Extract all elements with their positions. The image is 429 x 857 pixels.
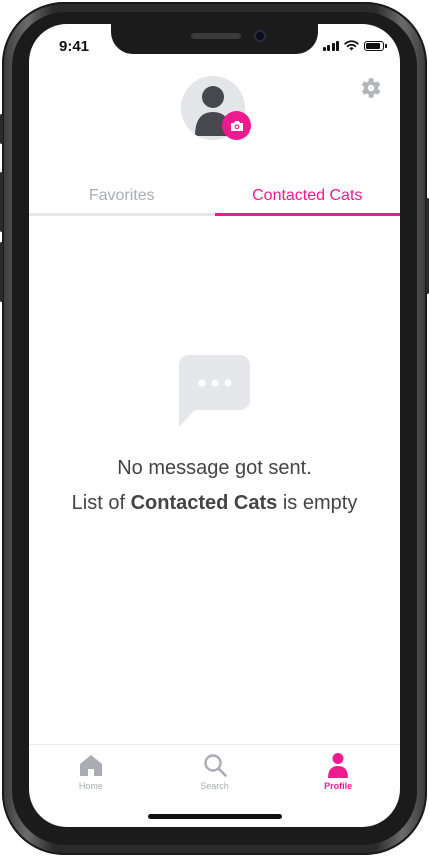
battery-icon	[364, 41, 387, 51]
nav-label: Profile	[324, 781, 353, 791]
change-photo-button[interactable]	[222, 111, 251, 140]
tab-label: Contacted Cats	[252, 187, 363, 204]
side-button	[0, 114, 3, 144]
side-button	[0, 242, 3, 302]
home-icon	[79, 755, 102, 776]
camera-icon	[230, 120, 243, 131]
profile-tabs: Favorites Contacted Cats	[29, 184, 400, 216]
bottom-navigation: Home Search Profile	[29, 744, 400, 803]
empty-state-suffix: is empty	[277, 492, 358, 514]
wifi-icon	[344, 40, 359, 51]
notch	[111, 24, 318, 54]
tab-favorites[interactable]: Favorites	[29, 184, 215, 216]
empty-state-list-name: Contacted Cats	[130, 492, 278, 514]
speaker	[191, 33, 241, 39]
tab-underline	[29, 213, 215, 216]
nav-item-profile[interactable]: Profile	[276, 745, 400, 803]
nav-item-search[interactable]: Search	[153, 745, 277, 803]
nav-label: Search	[200, 781, 229, 791]
app-screen: 9:41 Favorites Contacted Cats No message…	[29, 24, 400, 827]
chat-bubble-icon	[179, 355, 250, 427]
nav-item-home[interactable]: Home	[29, 745, 153, 803]
tab-label: Favorites	[88, 187, 155, 204]
status-time: 9:41	[59, 38, 90, 55]
status-icons	[322, 40, 387, 51]
empty-state-prefix: List of	[71, 492, 131, 514]
empty-state-title: No message got sent.	[117, 457, 312, 479]
home-indicator[interactable]	[148, 814, 282, 819]
side-button	[0, 172, 3, 232]
gear-icon[interactable]	[357, 75, 383, 101]
search-icon	[203, 754, 227, 777]
nav-label: Home	[78, 781, 103, 791]
person-icon	[328, 753, 349, 778]
tab-contacted-cats[interactable]: Contacted Cats	[214, 184, 400, 216]
front-camera	[254, 30, 266, 42]
signal-icon	[322, 40, 339, 51]
tab-underline	[214, 213, 400, 216]
empty-state-message: List of Contacted Cats is empty	[29, 492, 400, 515]
